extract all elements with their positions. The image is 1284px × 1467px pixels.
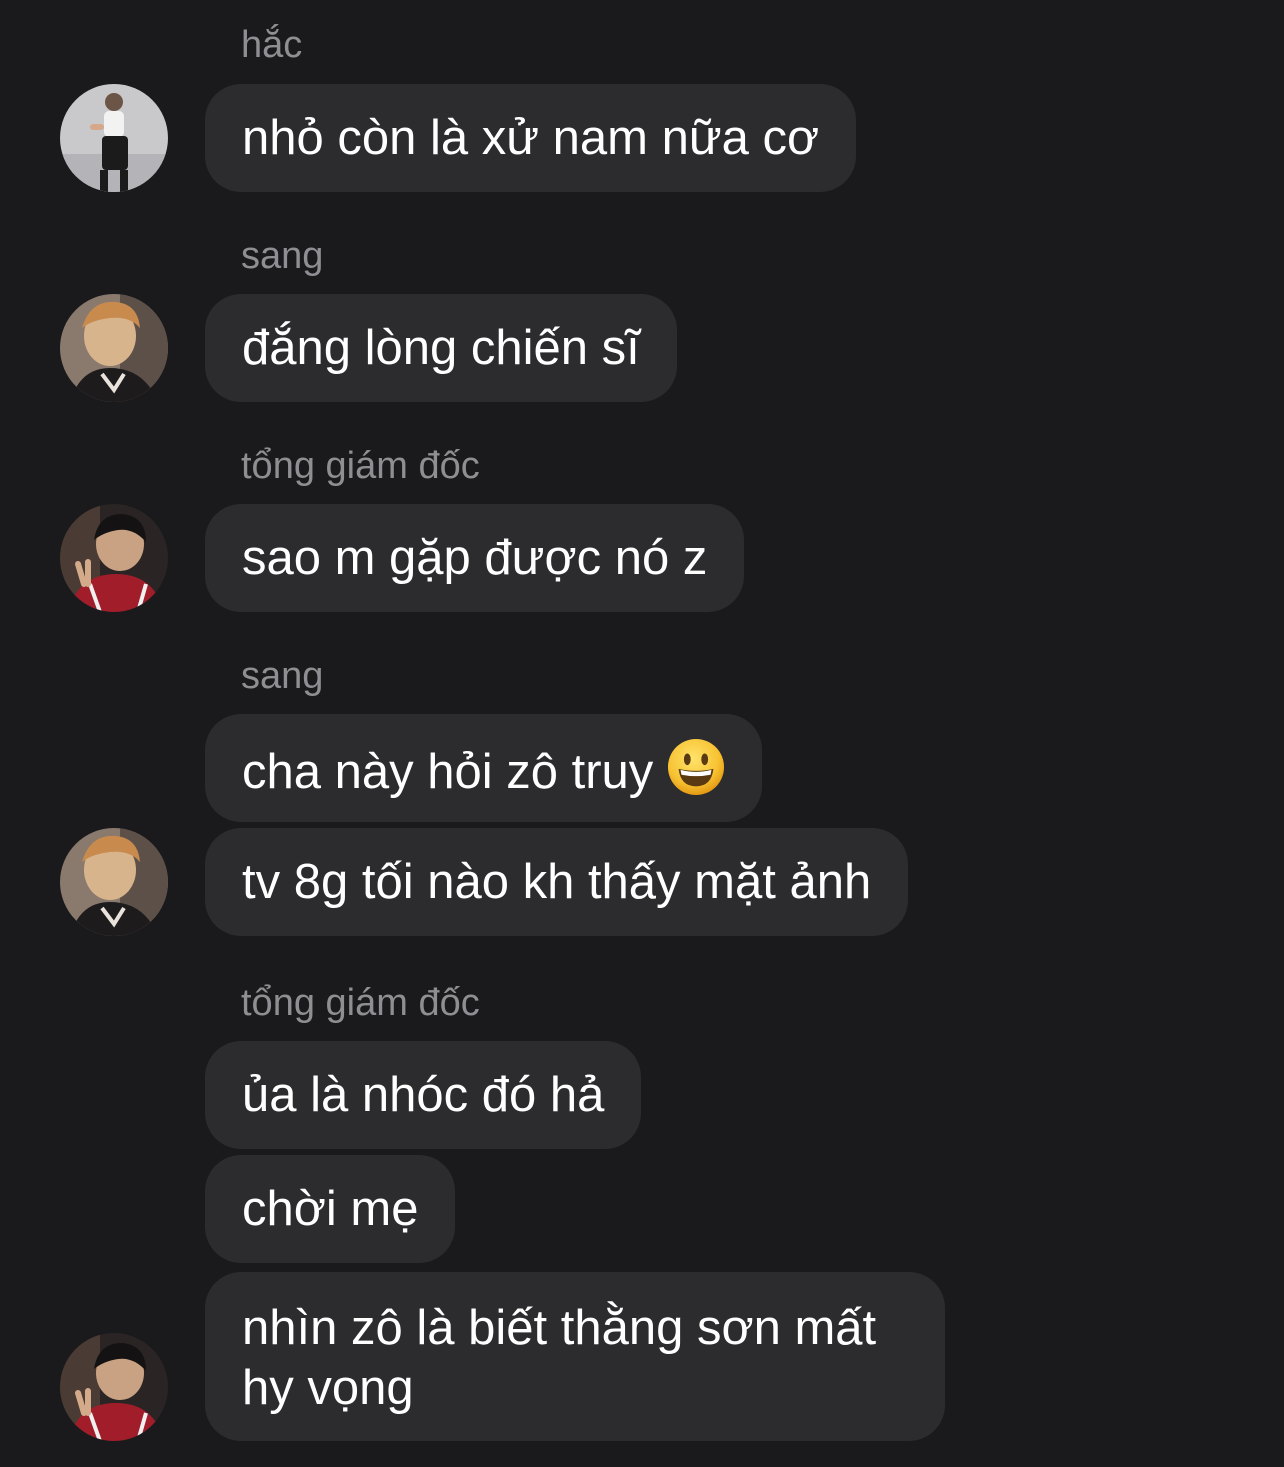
message-text: nhỏ còn là xử nam nữa cơ: [242, 111, 820, 165]
message-text: ủa là nhóc đó hả: [242, 1068, 605, 1122]
avatar-photo-sang: [60, 294, 168, 402]
message-bubble[interactable]: tv 8g tối nào kh thấy mặt ảnh: [205, 828, 909, 936]
sender-name: sang: [241, 235, 324, 277]
grinning-face-emoji: [668, 738, 725, 796]
avatar-photo-hac: [60, 84, 168, 192]
sender-name: hắc: [241, 24, 303, 66]
avatar-photo-tong-giam-doc: [60, 1333, 168, 1441]
message-text: tv 8g tối nào kh thấy mặt ảnh: [242, 855, 872, 909]
message-bubble[interactable]: cha này hỏi zô truy: [205, 714, 763, 822]
message-text: chời mẹ: [242, 1182, 419, 1236]
avatar-tong-giam-doc[interactable]: [60, 1333, 168, 1441]
message-bubble[interactable]: sao m gặp được nó z: [205, 504, 745, 612]
avatar-sang[interactable]: [60, 294, 168, 402]
message-text: sao m gặp được nó z: [242, 531, 708, 585]
message-text: nhìn zô là biết thằng sơn mất hy vọng: [242, 1301, 877, 1415]
avatar-photo-tong-giam-doc: [60, 504, 168, 612]
sender-name: tổng giám đốc: [241, 445, 480, 487]
sender-name: sang: [241, 655, 324, 697]
sender-name: tổng giám đốc: [241, 982, 480, 1024]
message-bubble[interactable]: đắng lòng chiến sĩ: [205, 294, 677, 402]
avatar-tong-giam-doc[interactable]: [60, 504, 168, 612]
message-bubble[interactable]: chời mẹ: [205, 1155, 456, 1263]
avatar-sang[interactable]: [60, 828, 168, 936]
message-text: đắng lòng chiến sĩ: [242, 321, 640, 375]
message-bubble[interactable]: nhỏ còn là xử nam nữa cơ: [205, 84, 857, 192]
avatar-photo-sang: [60, 828, 168, 936]
chat-thread[interactable]: hắc nhỏ còn là xử nam nữa cơ sang đắng l…: [0, 0, 1284, 1467]
avatar-hac[interactable]: [60, 84, 168, 192]
message-bubble[interactable]: nhìn zô là biết thằng sơn mất hy vọng: [205, 1272, 945, 1441]
message-text: cha này hỏi zô truy: [242, 745, 654, 799]
message-bubble[interactable]: ủa là nhóc đó hả: [205, 1041, 642, 1149]
